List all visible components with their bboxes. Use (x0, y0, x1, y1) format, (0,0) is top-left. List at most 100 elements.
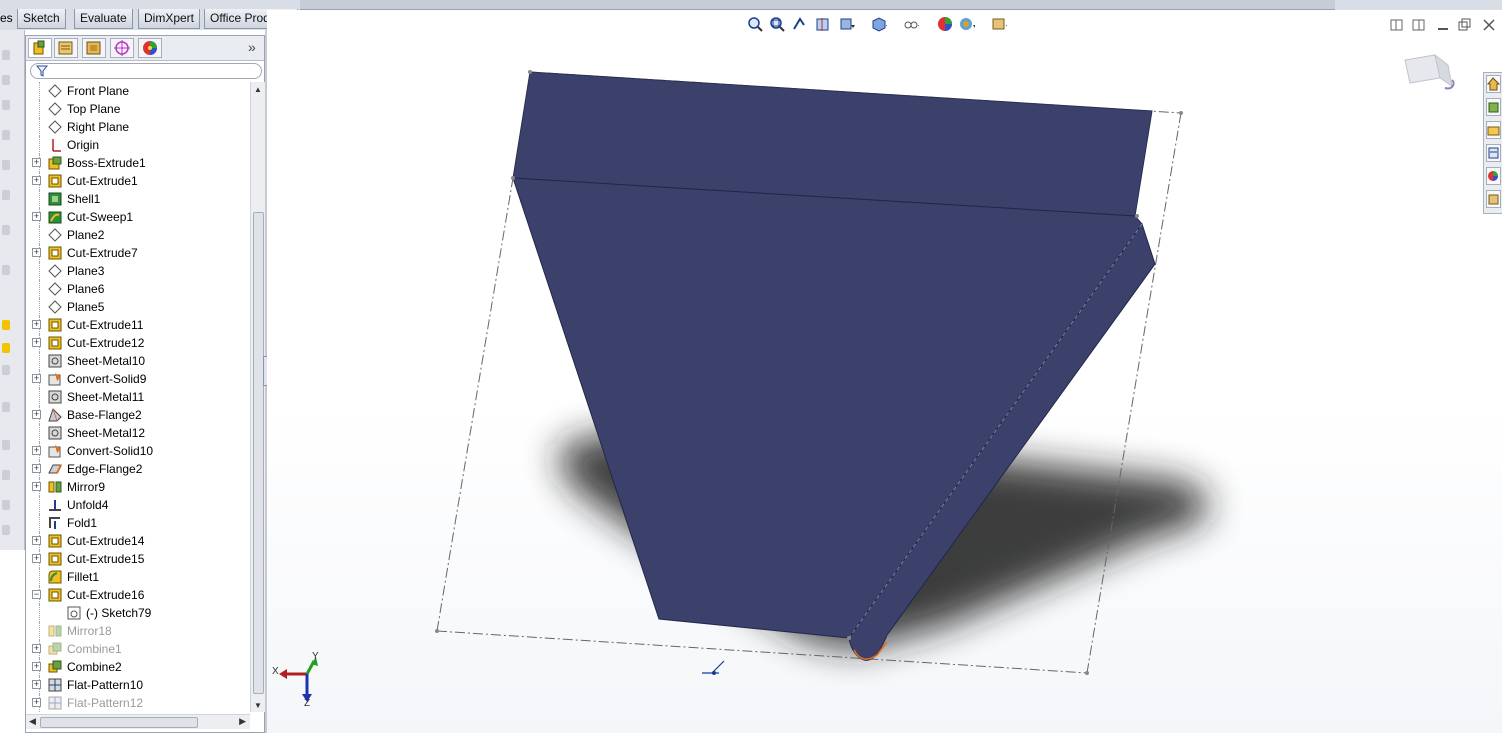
expand-toggle-icon[interactable]: + (32, 464, 41, 473)
tree-item[interactable]: + Cut-Extrude14 (26, 532, 252, 550)
collapse-toggle-icon[interactable]: − (32, 590, 41, 599)
display-style-icon[interactable] (871, 16, 887, 32)
tree-item[interactable]: Sheet-Metal10 (26, 352, 252, 370)
tool-icon[interactable] (2, 130, 10, 140)
expand-toggle-icon[interactable]: + (32, 662, 41, 671)
apply-scene-icon[interactable] (959, 16, 975, 32)
tool-icon[interactable] (2, 343, 10, 353)
zoom-to-area-icon[interactable] (769, 16, 785, 32)
expand-toggle-icon[interactable]: + (32, 410, 41, 419)
tree-item[interactable]: Right Plane (26, 118, 252, 136)
tool-icon[interactable] (2, 402, 10, 412)
tool-icon[interactable] (2, 265, 10, 275)
tool-icon[interactable] (2, 470, 10, 480)
tab-sketch[interactable]: Sketch (17, 9, 66, 29)
tree-item[interactable]: Plane3 (26, 262, 252, 280)
expand-toggle-icon[interactable]: + (32, 158, 41, 167)
view-palette-tab[interactable] (1486, 144, 1501, 162)
tree-item[interactable]: + Cut-Sweep1 (26, 208, 252, 226)
propertymanager-tab[interactable] (54, 38, 78, 58)
tool-icon[interactable] (2, 320, 10, 330)
featuremanager-tab[interactable] (28, 38, 52, 58)
expand-toggle-icon[interactable]: + (32, 338, 41, 347)
tool-icon[interactable] (2, 50, 10, 60)
tab-partial-left[interactable]: es (0, 9, 13, 29)
expand-toggle-icon[interactable]: + (32, 482, 41, 491)
expand-toggle-icon[interactable]: + (32, 248, 41, 257)
tool-icon[interactable] (2, 190, 10, 200)
tree-item[interactable]: Unfold4 (26, 496, 252, 514)
tile-right-icon[interactable] (1412, 18, 1426, 32)
expand-toggle-icon[interactable]: + (32, 374, 41, 383)
view-settings-icon[interactable] (991, 16, 1007, 32)
view-orientation-icon[interactable] (1400, 50, 1460, 100)
section-view-icon[interactable] (815, 16, 831, 32)
file-explorer-tab[interactable] (1486, 121, 1501, 139)
tree-item[interactable]: + Combine2 (26, 658, 252, 676)
tree-item[interactable]: + Convert-Solid9 (26, 370, 252, 388)
tree-item[interactable]: + Flat-Pattern12 (26, 694, 252, 712)
tab-evaluate[interactable]: Evaluate (74, 9, 133, 29)
configurationmanager-tab[interactable] (82, 38, 106, 58)
expand-toggle-icon[interactable]: + (32, 446, 41, 455)
tree-item[interactable]: + Flat-Pattern10 (26, 676, 252, 694)
design-library-tab[interactable] (1486, 98, 1501, 116)
custom-properties-tab[interactable] (1486, 190, 1501, 208)
tree-vertical-scrollbar[interactable]: ▲ ▼ (250, 82, 265, 712)
expand-toggle-icon[interactable]: + (32, 698, 41, 707)
tree-item[interactable]: Plane2 (26, 226, 252, 244)
expand-toggle-icon[interactable]: + (32, 644, 41, 653)
expand-toggle-icon[interactable]: + (32, 536, 41, 545)
expand-toggle-icon[interactable]: + (32, 212, 41, 221)
tool-icon[interactable] (2, 525, 10, 535)
tree-item[interactable]: Front Plane (26, 82, 252, 100)
tree-item[interactable]: Fillet1 (26, 568, 252, 586)
tree-item[interactable]: − Cut-Extrude16 (26, 586, 252, 604)
tree-item[interactable]: Sheet-Metal12 (26, 424, 252, 442)
tree-item[interactable]: Plane6 (26, 280, 252, 298)
graphics-viewport[interactable]: X Y Z (267, 10, 1502, 733)
tree-item[interactable]: Shell1 (26, 190, 252, 208)
zoom-to-fit-icon[interactable] (747, 16, 763, 32)
tree-item[interactable]: + Boss-Extrude1 (26, 154, 252, 172)
home-tab[interactable] (1486, 75, 1501, 93)
tool-icon[interactable] (2, 160, 10, 170)
scroll-thumb[interactable] (253, 212, 264, 694)
tree-item[interactable]: + Convert-Solid10 (26, 442, 252, 460)
tool-icon[interactable] (2, 440, 10, 450)
view-orientation-dropdown-icon[interactable] (839, 16, 855, 32)
expand-toggle-icon[interactable]: + (32, 680, 41, 689)
close-icon[interactable] (1482, 18, 1496, 32)
previous-view-icon[interactable] (791, 16, 807, 32)
tree-item[interactable]: + Cut-Extrude15 (26, 550, 252, 568)
tile-left-icon[interactable] (1390, 18, 1404, 32)
scroll-down-arrow-icon[interactable]: ▼ (254, 701, 262, 710)
tree-item[interactable]: Top Plane (26, 100, 252, 118)
restore-icon[interactable] (1458, 18, 1472, 32)
tool-icon[interactable] (2, 75, 10, 85)
scroll-right-arrow-icon[interactable]: ▶ (239, 716, 246, 727)
tree-horizontal-scrollbar[interactable]: ◀ ▶ (26, 714, 250, 729)
tree-item[interactable]: Mirror18 (26, 622, 252, 640)
tree-item[interactable]: + Edge-Flange2 (26, 460, 252, 478)
expand-toggle-icon[interactable]: + (32, 554, 41, 563)
appearances-tab[interactable] (1486, 167, 1501, 185)
tree-item[interactable]: + Combine1 (26, 640, 252, 658)
scroll-left-arrow-icon[interactable]: ◀ (29, 716, 36, 727)
tree-item[interactable]: + Cut-Extrude11 (26, 316, 252, 334)
tree-item[interactable]: + Base-Flange2 (26, 406, 252, 424)
tree-item[interactable]: Sheet-Metal11 (26, 388, 252, 406)
h-scroll-thumb[interactable] (40, 717, 198, 728)
feature-filter-input[interactable] (30, 63, 262, 79)
panel-expand-chevron-icon[interactable]: » (248, 39, 256, 55)
tree-item[interactable]: + Cut-Extrude12 (26, 334, 252, 352)
tree-item[interactable]: + Cut-Extrude1 (26, 172, 252, 190)
tool-icon[interactable] (2, 100, 10, 110)
hide-show-items-icon[interactable] (903, 16, 919, 32)
tree-item[interactable]: (-) Sketch79 (26, 604, 252, 622)
edit-appearance-icon[interactable] (937, 16, 953, 32)
displaymanager-tab[interactable] (138, 38, 162, 58)
expand-toggle-icon[interactable]: + (32, 176, 41, 185)
tree-item[interactable]: + Cut-Extrude7 (26, 244, 252, 262)
minimize-icon[interactable] (1436, 18, 1450, 32)
